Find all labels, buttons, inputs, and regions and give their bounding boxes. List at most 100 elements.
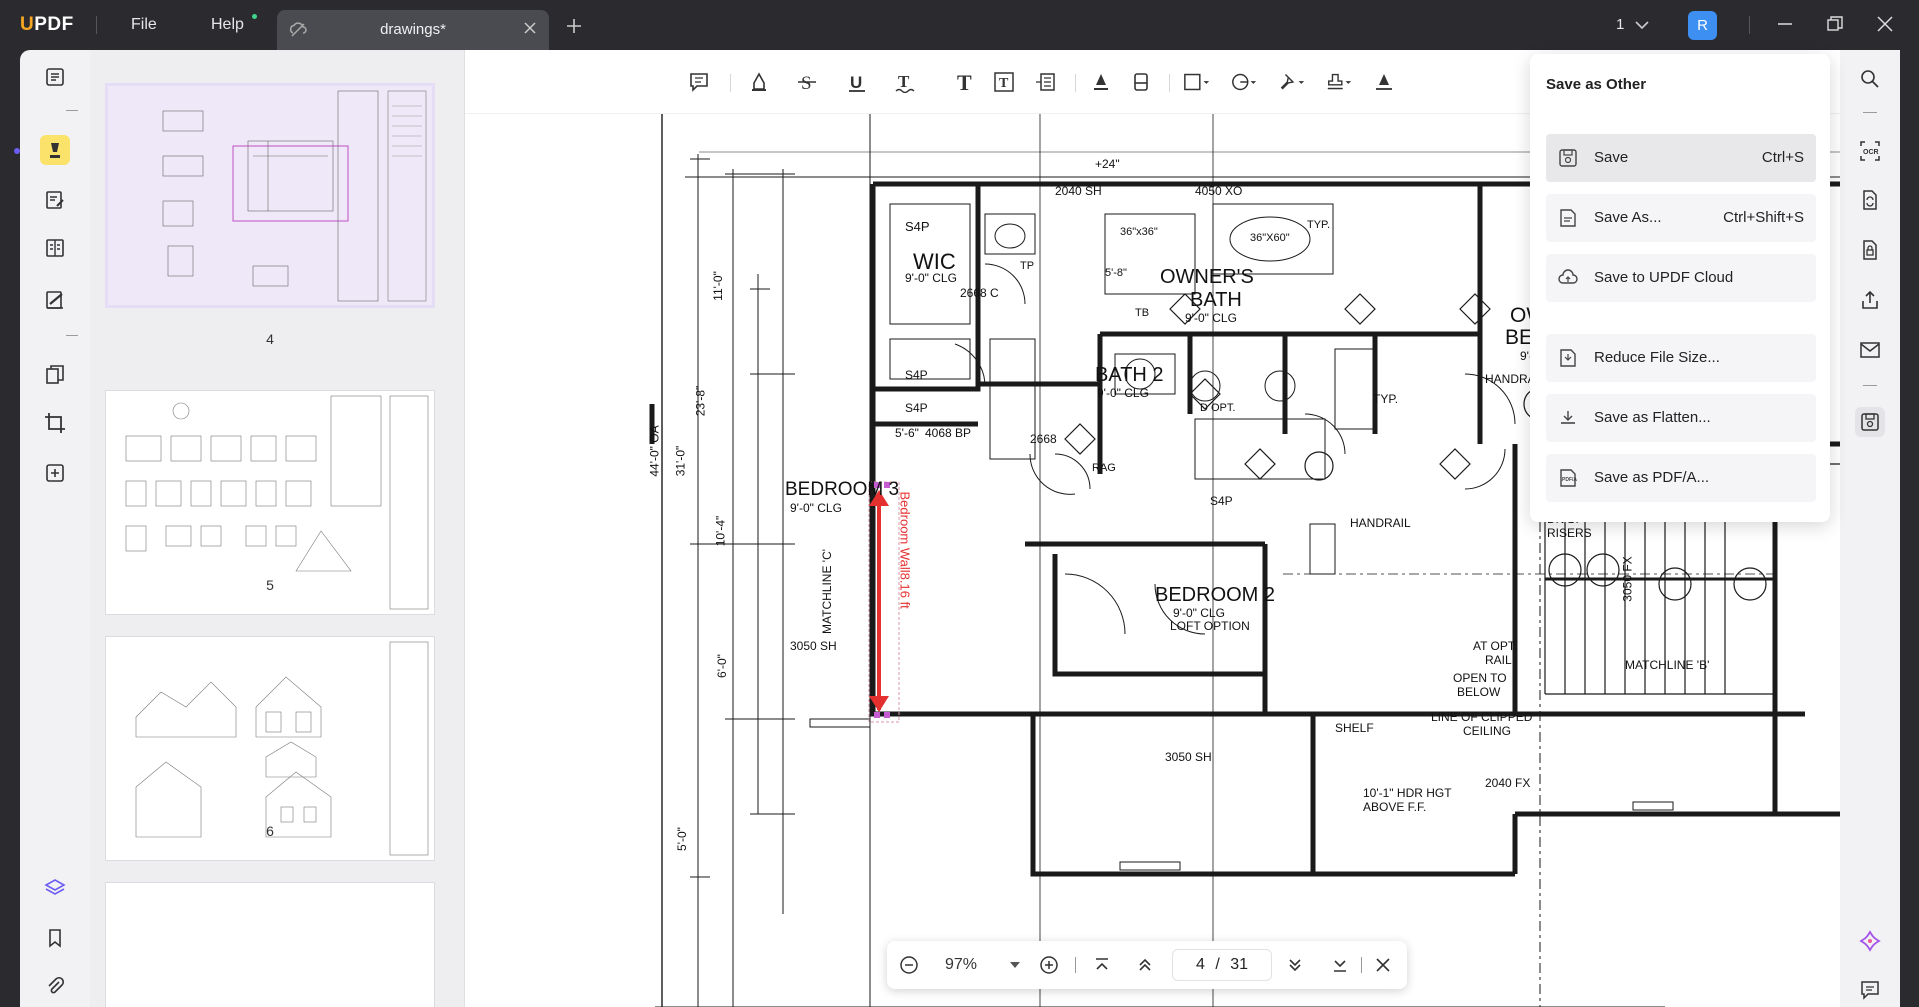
crop-icon xyxy=(45,413,65,433)
divider xyxy=(730,74,731,92)
plan-label: CEILING xyxy=(1463,724,1512,738)
protect-button[interactable] xyxy=(1855,235,1885,265)
zoom-out-button[interactable] xyxy=(899,955,919,975)
plan-label: 5'-8" xyxy=(1105,267,1127,279)
pencil-tool[interactable] xyxy=(1087,68,1115,96)
ai-icon xyxy=(1859,930,1881,952)
plan-label: 2668 C xyxy=(960,286,999,300)
save-as-menu-item[interactable]: Save As... Ctrl+Shift+S xyxy=(1546,194,1816,242)
plan-label: RISERS xyxy=(1547,526,1592,540)
reader-mode-button[interactable] xyxy=(40,62,70,92)
signature-tool[interactable] xyxy=(1370,68,1398,96)
current-page: 4 xyxy=(1195,956,1205,973)
plan-label: LINE OF CLIPPED xyxy=(1431,710,1533,724)
save-menu-label: Save xyxy=(1594,149,1629,166)
plan-label: HANDRA xyxy=(1485,372,1536,386)
new-tab-icon[interactable] xyxy=(566,18,582,34)
zoom-out-icon xyxy=(900,956,918,974)
room-ceiling: 9'-0" CLG xyxy=(905,271,957,285)
reduce-size-menu-item[interactable]: Reduce File Size... xyxy=(1546,334,1816,382)
close-window-icon[interactable] xyxy=(1876,15,1894,33)
save-icon xyxy=(1558,148,1578,168)
stamp-tool[interactable] xyxy=(1325,68,1353,96)
save-menu-item[interactable]: Save Ctrl+S xyxy=(1546,134,1816,182)
page-thumbnail[interactable] xyxy=(105,882,435,1007)
search-button[interactable] xyxy=(1855,64,1885,94)
page-thumbnail[interactable] xyxy=(105,83,435,308)
text-tool[interactable]: T xyxy=(950,68,978,96)
form-mode-button[interactable] xyxy=(40,233,70,263)
close-nav-button[interactable] xyxy=(1373,955,1393,975)
underline-tool[interactable]: U xyxy=(843,68,871,96)
next-page-button[interactable] xyxy=(1285,955,1305,975)
close-tab-icon[interactable] xyxy=(523,21,537,35)
organize-icon xyxy=(46,365,64,384)
title-bar: UPDF File Help drawings* 1 R xyxy=(0,0,1919,50)
comment-mode-button[interactable] xyxy=(40,135,70,165)
window-count[interactable]: 1 xyxy=(1616,16,1649,33)
sign-icon xyxy=(46,291,63,309)
menu-help[interactable]: Help xyxy=(211,16,244,34)
pin-tool[interactable] xyxy=(1278,68,1306,96)
plan-label: BELOW xyxy=(1457,685,1501,699)
divider xyxy=(1749,16,1750,34)
plan-label: RAG xyxy=(1092,462,1116,474)
save-pdfa-menu-item[interactable]: PDF/A Save as PDF/A... xyxy=(1546,454,1816,502)
plan-label: HANDRAIL xyxy=(1350,516,1411,530)
organize-pages-button[interactable] xyxy=(40,360,70,390)
attachment-button[interactable] xyxy=(40,971,70,1001)
bookmark-button[interactable] xyxy=(40,923,70,953)
save-menu-label: Save to UPDF Cloud xyxy=(1594,269,1734,286)
page-number-input[interactable]: 4 / 31 xyxy=(1172,949,1272,981)
fill-sign-button[interactable] xyxy=(40,285,70,315)
reduce-size-icon xyxy=(1558,348,1578,368)
squiggly-tool[interactable]: T xyxy=(891,68,919,96)
divider xyxy=(1361,957,1362,973)
save-to-cloud-menu-item[interactable]: Save to UPDF Cloud xyxy=(1546,254,1816,302)
measurement-label[interactable]: Bedroom Wall8.16 ft xyxy=(898,492,913,692)
plan-label: 6'-0" xyxy=(714,654,729,678)
first-page-button[interactable] xyxy=(1092,955,1112,975)
crop-button[interactable] xyxy=(40,408,70,438)
zoom-level[interactable]: 97% xyxy=(945,956,977,974)
save-as-other-button[interactable] xyxy=(1855,407,1885,437)
previous-page-button[interactable] xyxy=(1135,955,1155,975)
divider xyxy=(1863,112,1877,113)
last-page-button[interactable] xyxy=(1330,955,1350,975)
text-callout-tool[interactable] xyxy=(1031,68,1059,96)
highlight-tool[interactable] xyxy=(745,68,773,96)
sticker-tool[interactable] xyxy=(1230,68,1258,96)
plan-label: S4P xyxy=(905,368,928,382)
menu-file[interactable]: File xyxy=(131,16,157,34)
restore-icon[interactable] xyxy=(1826,15,1844,33)
tools-button[interactable] xyxy=(40,458,70,488)
strikethrough-tool[interactable]: S xyxy=(793,68,821,96)
avatar[interactable]: R xyxy=(1688,11,1717,40)
save-as-other-menu: Save as Other Save Ctrl+S Save As... Ctr… xyxy=(1530,54,1830,522)
plan-label: S4P xyxy=(1210,494,1233,508)
zoom-dropdown-button[interactable] xyxy=(1005,955,1025,975)
save-menu-label: Save as PDF/A... xyxy=(1594,469,1710,486)
edit-mode-button[interactable] xyxy=(40,185,70,215)
layers-button[interactable] xyxy=(40,873,70,903)
ai-assistant-button[interactable] xyxy=(1855,926,1885,956)
eraser-tool[interactable] xyxy=(1127,68,1155,96)
comment-tool[interactable] xyxy=(685,68,713,96)
room-name: BEDROOM 2 xyxy=(1155,584,1276,606)
textbox-tool[interactable]: T xyxy=(990,68,1018,96)
divider xyxy=(1169,74,1170,92)
shape-tool[interactable] xyxy=(1183,68,1211,96)
email-button[interactable] xyxy=(1855,335,1885,365)
room-name: BATH xyxy=(1190,289,1242,311)
zoom-in-button[interactable] xyxy=(1039,955,1059,975)
room-ceiling: 9'-0" CLG xyxy=(790,501,842,515)
convert-button[interactable] xyxy=(1855,185,1885,215)
comments-panel-button[interactable] xyxy=(1855,975,1885,1005)
plan-label: 10'-4" xyxy=(713,515,728,547)
document-tab[interactable]: drawings* xyxy=(277,10,549,50)
ocr-button[interactable]: OCR xyxy=(1855,136,1885,166)
share-button[interactable] xyxy=(1855,285,1885,315)
minimize-icon[interactable] xyxy=(1776,15,1794,33)
save-flatten-menu-item[interactable]: Save as Flatten... xyxy=(1546,394,1816,442)
menu-title: Save as Other xyxy=(1546,76,1647,93)
